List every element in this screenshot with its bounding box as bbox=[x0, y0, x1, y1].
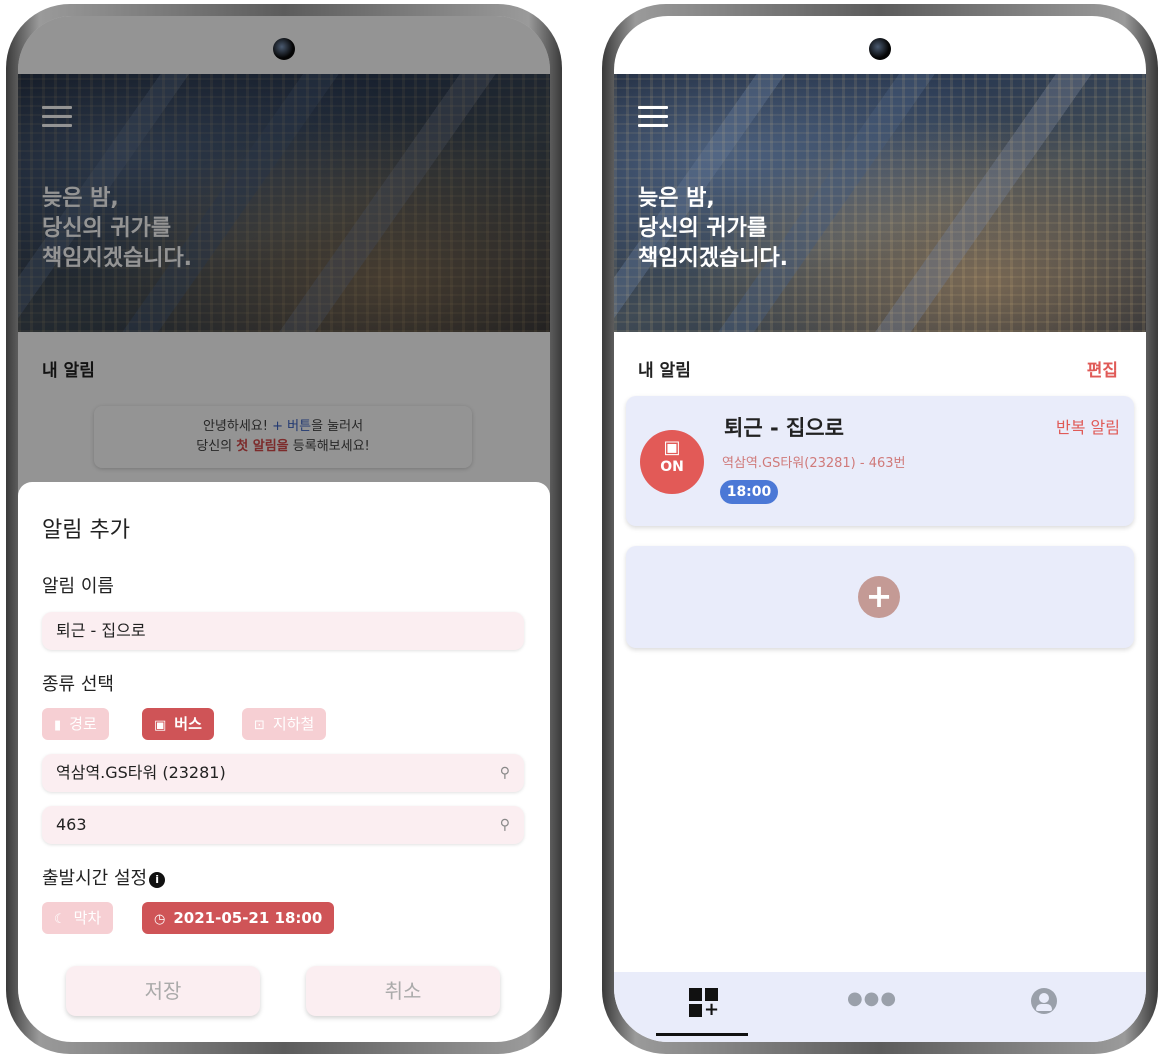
type-chip-route[interactable]: ▮ 경로 bbox=[42, 708, 109, 740]
dashboard-add-icon: + bbox=[689, 988, 719, 1020]
map-icon: ▮ bbox=[54, 718, 62, 733]
nav-active-indicator bbox=[656, 1033, 748, 1036]
hero-slogan: 늦은 밤, 당신의 귀가를 책임지겠습니다. bbox=[638, 184, 788, 274]
add-icon[interactable]: + bbox=[858, 576, 900, 618]
group-icon: ●●● bbox=[846, 988, 898, 1009]
repeat-alarm-label: 반복 알림 bbox=[1056, 418, 1120, 437]
account-icon bbox=[1031, 988, 1057, 1014]
search-icon[interactable]: ⚲ bbox=[500, 754, 510, 792]
save-button[interactable]: 저장 bbox=[66, 966, 260, 1016]
alarm-name-value: 퇴근 - 집으로 bbox=[56, 621, 146, 640]
bus-route-search-input[interactable]: 463 ⚲ bbox=[42, 806, 524, 844]
last-train-chip[interactable]: ☾ 막차 bbox=[42, 902, 114, 934]
info-icon[interactable]: i bbox=[149, 872, 166, 888]
add-alarm-sheet: 알림 추가 알림 이름 퇴근 - 집으로 종류 선택 ▮ 경로 ▣ 버스 ⊡ 지하철 … bbox=[18, 482, 550, 1042]
bus-stop-search-input[interactable]: 역삼역.GS타워 (23281) ⚲ bbox=[42, 754, 524, 792]
alarm-name-label: 알림 이름 bbox=[42, 576, 114, 597]
add-alarm-card[interactable]: + bbox=[626, 546, 1134, 648]
alarm-time-badge: 18:00 bbox=[720, 480, 778, 504]
nav-account[interactable] bbox=[1014, 988, 1074, 1018]
cancel-button[interactable]: 취소 bbox=[306, 966, 500, 1016]
search-icon[interactable]: ⚲ bbox=[500, 806, 510, 844]
nav-group[interactable]: ●●● bbox=[842, 988, 902, 1009]
subway-icon: ⊡ bbox=[254, 718, 265, 733]
alarm-toggle-badge[interactable]: ▣ ON bbox=[640, 430, 704, 494]
screen-left: 늦은 밤, 당신의 귀가를 책임지겠습니다. 내 알림 안녕하세요! + 버튼을… bbox=[18, 16, 550, 1042]
slogan-line-3: 책임지겠습니다. bbox=[638, 246, 789, 271]
alarm-detail: 역삼역.GS타워(23281) - 463번 bbox=[722, 456, 906, 471]
menu-icon[interactable] bbox=[638, 106, 668, 128]
bus-icon: ▣ bbox=[154, 718, 167, 733]
phone-left: 늦은 밤, 당신의 귀가를 책임지겠습니다. 내 알림 안녕하세요! + 버튼을… bbox=[6, 4, 562, 1054]
my-alarms-title: 내 알림 bbox=[638, 361, 691, 381]
type-select-label: 종류 선택 bbox=[42, 674, 114, 695]
alarm-name: 퇴근 - 집으로 bbox=[724, 416, 844, 440]
alarm-card[interactable]: ▣ ON 퇴근 - 집으로 반복 알림 역삼역.GS타워(23281) - 46… bbox=[626, 396, 1134, 526]
front-camera bbox=[273, 38, 295, 60]
moon-icon: ☾ bbox=[54, 912, 66, 927]
bottom-navigation: + ●●● bbox=[614, 972, 1146, 1042]
alarm-name-input[interactable]: 퇴근 - 집으로 bbox=[42, 612, 524, 650]
nav-dashboard[interactable]: + bbox=[674, 988, 734, 1022]
type-chip-subway[interactable]: ⊡ 지하철 bbox=[242, 708, 327, 740]
edit-button[interactable]: 편집 bbox=[1087, 356, 1118, 381]
bus-stop-value: 역삼역.GS타워 (23281) bbox=[56, 763, 226, 782]
hero-banner: 늦은 밤, 당신의 귀가를 책임지겠습니다. bbox=[614, 74, 1146, 332]
screen-right: 늦은 밤, 당신의 귀가를 책임지겠습니다. 내 알림 편집 ▣ ON 퇴근 -… bbox=[614, 16, 1146, 1042]
slogan-line-2: 당신의 귀가를 bbox=[638, 216, 768, 241]
clock-icon: ◷ bbox=[154, 912, 166, 927]
bus-icon: ▣ bbox=[663, 437, 681, 458]
departure-time-label: 출발시간 설정 i bbox=[42, 864, 166, 890]
alarm-status: ON bbox=[660, 459, 684, 475]
type-chip-bus[interactable]: ▣ 버스 bbox=[142, 708, 214, 740]
phone-right: 늦은 밤, 당신의 귀가를 책임지겠습니다. 내 알림 편집 ▣ ON 퇴근 -… bbox=[602, 4, 1158, 1054]
bus-route-value: 463 bbox=[56, 815, 87, 834]
datetime-chip[interactable]: ◷ 2021-05-21 18:00 bbox=[142, 902, 335, 934]
front-camera bbox=[869, 38, 891, 60]
sheet-title: 알림 추가 bbox=[42, 518, 130, 543]
slogan-line-1: 늦은 밤, bbox=[638, 186, 715, 211]
